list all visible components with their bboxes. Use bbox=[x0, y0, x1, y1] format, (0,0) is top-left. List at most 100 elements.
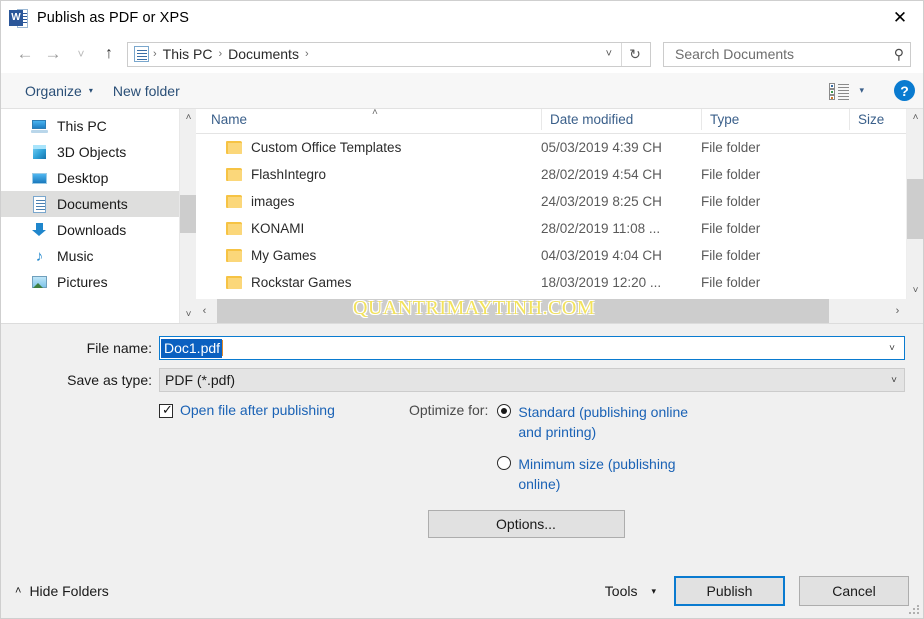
column-header-name[interactable]: Name bbox=[196, 109, 541, 130]
options-button[interactable]: Options... bbox=[427, 510, 625, 538]
save-as-type-label: Save as type: bbox=[67, 372, 152, 388]
folder-icon bbox=[226, 141, 242, 154]
sidebar-item-3d-objects[interactable]: 3D Objects bbox=[1, 139, 196, 165]
refresh-icon[interactable]: ↻ bbox=[622, 43, 648, 66]
document-icon bbox=[31, 195, 48, 213]
file-name-cell: KONAMI bbox=[196, 221, 541, 236]
radio-standard-label[interactable]: Standard (publishing online and printing… bbox=[518, 402, 688, 442]
change-view-button[interactable]: ▾ bbox=[819, 82, 874, 100]
new-folder-button[interactable]: New folder bbox=[103, 83, 190, 99]
save-as-type-select[interactable]: PDF (*.pdf) ˅ bbox=[159, 368, 905, 392]
chevron-down-icon[interactable]: ˅ bbox=[597, 48, 621, 60]
table-row[interactable]: Rockstar Games 18/03/2019 12:20 ... File… bbox=[196, 269, 923, 296]
hide-folders-button[interactable]: ˄ Hide Folders bbox=[15, 583, 109, 599]
tools-button[interactable]: Tools ▾ bbox=[605, 583, 656, 599]
dialog-footer: ˄ Hide Folders Tools ▾ Publish Cancel bbox=[1, 564, 923, 618]
date-modified-cell: 28/02/2019 11:08 ... bbox=[541, 221, 661, 236]
scroll-right-icon[interactable]: › bbox=[889, 299, 906, 323]
close-icon[interactable]: ✕ bbox=[877, 1, 923, 35]
sidebar-item-pictures[interactable]: Pictures bbox=[1, 269, 196, 295]
column-header-date-modified[interactable]: Date modified bbox=[541, 109, 701, 130]
breadcrumb[interactable]: › This PC › Documents › ˅ ↻ bbox=[127, 41, 651, 67]
date-modified-cell: 04/03/2019 4:04 CH bbox=[541, 248, 662, 263]
file-name-label: images bbox=[251, 194, 295, 209]
sidebar-item-desktop[interactable]: Desktop bbox=[1, 165, 196, 191]
file-list-horizontal-scrollbar[interactable]: ‹ › bbox=[196, 299, 923, 323]
file-name-row: File name: Doc1.pdf ˅ bbox=[1, 336, 923, 360]
open-after-publishing-checkbox[interactable]: ✓ Open file after publishing bbox=[159, 402, 409, 506]
scroll-up-icon[interactable]: ˄ bbox=[180, 109, 196, 126]
chevron-down-icon[interactable]: ˅ bbox=[884, 375, 904, 386]
scroll-left-icon[interactable]: ‹ bbox=[196, 299, 213, 323]
window-title: Publish as PDF or XPS bbox=[37, 10, 189, 26]
sidebar-item-music[interactable]: ♪ Music bbox=[1, 243, 196, 269]
scrollbar-thumb[interactable] bbox=[217, 299, 829, 323]
radio-standard[interactable]: Standard (publishing online and printing… bbox=[497, 402, 688, 442]
folder-icon bbox=[226, 195, 242, 208]
tools-label: Tools bbox=[604, 583, 638, 599]
column-header-size[interactable]: Size bbox=[849, 109, 909, 130]
file-name-label: My Games bbox=[251, 248, 317, 263]
type-cell: File folder bbox=[701, 248, 761, 263]
type-cell: File folder bbox=[701, 221, 761, 236]
breadcrumb-item-this-pc[interactable]: This PC bbox=[158, 46, 218, 62]
sidebar-item-documents[interactable]: Documents bbox=[1, 191, 196, 217]
file-name-cell: FlashIntegro bbox=[196, 167, 541, 182]
file-list-scrollbar[interactable]: ˄ ˅ bbox=[906, 109, 924, 299]
view-list-icon bbox=[829, 82, 850, 100]
table-row[interactable]: FlashIntegro 28/02/2019 4:54 CH File fol… bbox=[196, 161, 923, 188]
search-input[interactable] bbox=[673, 45, 894, 63]
forward-icon[interactable]: → bbox=[39, 40, 67, 68]
pc-icon bbox=[31, 118, 48, 135]
scrollbar-thumb[interactable] bbox=[180, 195, 196, 233]
radio-button[interactable] bbox=[497, 404, 512, 418]
scrollbar-thumb[interactable] bbox=[907, 179, 924, 239]
radio-minimum-size-label[interactable]: Minimum size (publishing online) bbox=[518, 454, 688, 494]
scrollbar-track[interactable] bbox=[213, 299, 889, 323]
folder-icon bbox=[226, 222, 242, 235]
optimize-for-label: Optimize for: bbox=[409, 402, 489, 418]
search-icon[interactable]: ⚲ bbox=[894, 46, 904, 63]
table-row[interactable]: Custom Office Templates 05/03/2019 4:39 … bbox=[196, 134, 923, 161]
sidebar-item-label: 3D Objects bbox=[57, 144, 127, 160]
file-name-label: File name: bbox=[86, 340, 152, 356]
radio-minimum-size[interactable]: Minimum size (publishing online) bbox=[497, 454, 688, 494]
scroll-up-icon[interactable]: ˄ bbox=[907, 109, 924, 126]
breadcrumb-item-documents[interactable]: Documents bbox=[223, 46, 304, 62]
chevron-down-icon: ▾ bbox=[88, 86, 93, 95]
scroll-down-icon[interactable]: ˅ bbox=[180, 306, 196, 323]
date-modified-cell: 18/03/2019 12:20 ... bbox=[541, 275, 662, 290]
hide-folders-label: Hide Folders bbox=[29, 583, 109, 599]
cancel-button[interactable]: Cancel bbox=[799, 576, 909, 606]
publish-as-pdf-dialog: W Publish as PDF or XPS ✕ ← → ˅ ↑ › This… bbox=[0, 0, 924, 619]
sidebar-item-label: Documents bbox=[57, 196, 128, 212]
resize-grip[interactable] bbox=[909, 605, 919, 615]
optimize-for-group: Optimize for: Standard (publishing onlin… bbox=[409, 402, 688, 506]
search-box[interactable]: ⚲ bbox=[663, 41, 911, 67]
sidebar-item-label: Pictures bbox=[57, 274, 108, 290]
recent-locations-icon[interactable]: ˅ bbox=[67, 40, 95, 68]
sidebar-scrollbar[interactable]: ˄ ˅ bbox=[179, 109, 196, 323]
open-after-publishing-label[interactable]: Open file after publishing bbox=[180, 402, 335, 418]
command-bar: Organize ▾ New folder ▾ ? bbox=[1, 73, 923, 109]
table-row[interactable]: My Games 04/03/2019 4:04 CH File folder bbox=[196, 242, 923, 269]
save-options-form: File name: Doc1.pdf ˅ Save as type: PDF … bbox=[1, 324, 923, 564]
sidebar-item-label: This PC bbox=[57, 118, 107, 134]
chevron-down-icon[interactable]: ˅ bbox=[882, 343, 902, 354]
scroll-down-icon[interactable]: ˅ bbox=[907, 282, 924, 299]
chevron-down-icon[interactable]: ▾ bbox=[859, 85, 864, 96]
up-icon[interactable]: ↑ bbox=[95, 40, 123, 68]
sidebar-item-this-pc[interactable]: This PC bbox=[1, 113, 196, 139]
sidebar-item-downloads[interactable]: Downloads bbox=[1, 217, 196, 243]
column-header-type[interactable]: Type bbox=[701, 109, 849, 130]
table-row[interactable]: KONAMI 28/02/2019 11:08 ... File folder bbox=[196, 215, 923, 242]
back-icon[interactable]: ← bbox=[11, 40, 39, 68]
organize-button[interactable]: Organize ▾ bbox=[15, 83, 103, 99]
publish-button[interactable]: Publish bbox=[674, 576, 785, 606]
radio-button[interactable] bbox=[497, 456, 512, 470]
table-row[interactable]: images 24/03/2019 8:25 CH File folder bbox=[196, 188, 923, 215]
checkbox-box[interactable]: ✓ bbox=[159, 403, 173, 418]
file-name-input[interactable]: Doc1.pdf ˅ bbox=[159, 336, 905, 360]
file-name-label: FlashIntegro bbox=[251, 167, 327, 182]
help-icon[interactable]: ? bbox=[894, 80, 915, 101]
